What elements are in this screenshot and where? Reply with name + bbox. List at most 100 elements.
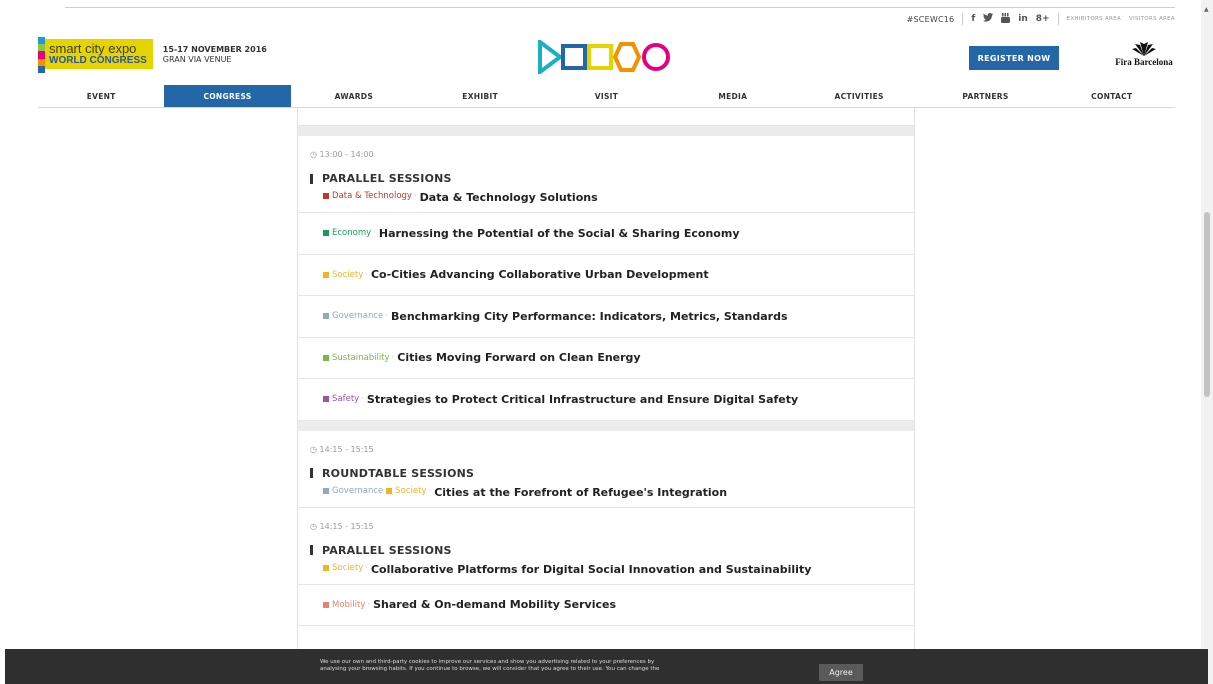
page-scrollbar[interactable]: ▲: [1201, 0, 1213, 684]
category-separator: ·: [361, 394, 364, 405]
facebook-icon[interactable]: f: [971, 14, 975, 24]
register-now-button[interactable]: REGISTER NOW: [969, 46, 1059, 70]
scrollbar-thumb[interactable]: [1204, 212, 1210, 397]
event-venue-text: GRAN VIA VENUE: [162, 55, 232, 64]
category-color-square: [323, 313, 329, 320]
category-name: Mobility: [332, 599, 366, 610]
session-type-label: PARALLEL SESSIONS: [322, 543, 452, 557]
session-row[interactable]: Safety · Strategies to Protect Critical In…: [298, 379, 914, 421]
session-type-label: PARALLEL SESSIONS: [322, 172, 452, 185]
brand-line1: smart city expo: [49, 41, 137, 56]
session-title-link[interactable]: Cities Moving Forward on Clean Energy: [397, 351, 640, 364]
category-color-square: [323, 230, 329, 237]
nav-item-partners[interactable]: PARTNERS: [922, 85, 1048, 107]
twitter-icon[interactable]: [983, 13, 994, 25]
scroll-up-icon[interactable]: ▲: [1204, 6, 1209, 13]
brand-color-bar: [38, 58, 45, 66]
exhibitors-area-link[interactable]: EXHIBITORS AREA: [1067, 16, 1121, 22]
session-type-heading: ROUNDTABLE SESSIONS: [298, 467, 914, 480]
session-title-link[interactable]: Collaborative Platforms for Digital Soci…: [371, 563, 811, 576]
session-title-link[interactable]: Cities at the Forefront of Refugee's Int…: [434, 486, 727, 499]
session-title-link[interactable]: Shared & On-demand Mobility Services: [373, 598, 616, 611]
brand-color-bar: [38, 51, 45, 59]
session-title-link[interactable]: Benchmarking City Performance: Indicator…: [391, 310, 788, 323]
linkedin-icon[interactable]: in: [1018, 14, 1028, 24]
category-color-square: [323, 564, 329, 571]
session-title-link[interactable]: Strategies to Protect Critical Infrastru…: [367, 393, 798, 406]
category-color-square: [323, 271, 329, 278]
brand-color-bar: [38, 37, 45, 45]
clock-icon: ◷: [310, 444, 320, 454]
scewc-emblem-logo: [538, 40, 670, 74]
session-row[interactable]: Sustainability · Cities Moving Forward on …: [298, 338, 914, 379]
session-time: ◷ 14:15 - 15:15: [298, 444, 914, 456]
fira-barcelona-label: Fira Barcelona: [1115, 57, 1173, 67]
category-separator: ·: [413, 191, 417, 201]
category-name: Economy: [332, 228, 372, 239]
category-tag: Society ·: [323, 563, 368, 573]
event-dates: 15-17 NOVEMBER 2016 GRAN VIA VENUE: [163, 45, 267, 65]
top-divider: [65, 7, 1175, 8]
session-row[interactable]: Data & Technology · Data & Technology Solu…: [298, 185, 914, 213]
session-time-value: 14:15 - 15:15: [319, 521, 374, 531]
category-tag: Data & Technology ·: [323, 191, 417, 201]
session-row[interactable]: Society · Collaborative Platforms for Digi…: [298, 557, 914, 585]
session-type-heading: PARALLEL SESSIONS: [298, 172, 914, 185]
session-row[interactable]: Governance Society · Cities at the Forefron…: [298, 480, 914, 508]
nav-item-visit[interactable]: VISIT: [543, 85, 669, 107]
session-row[interactable]: Economy · Harnessing the Potential of the …: [298, 213, 914, 255]
category-separator: ·: [365, 269, 368, 280]
category-color-square: [323, 396, 329, 403]
session-row[interactable]: Governance · Benchmarking City Performance…: [298, 296, 914, 338]
googleplus-icon[interactable]: 8+: [1036, 14, 1050, 24]
utility-separator: [962, 13, 964, 25]
nav-item-congress[interactable]: CONGRESS: [164, 85, 291, 107]
category-name: Society: [332, 269, 364, 280]
fira-barcelona-icon: [1132, 42, 1156, 56]
session-title-link[interactable]: Co-Cities Advancing Collaborative Urban …: [371, 268, 709, 281]
category-tag: Mobility ·: [323, 600, 370, 610]
nav-item-activities[interactable]: ACTIVITIES: [796, 85, 922, 107]
block-separator: [298, 420, 914, 431]
cookie-message-line2: analysing your browsing habits. If you c…: [320, 666, 660, 672]
category-separator: ·: [391, 352, 395, 363]
session-block: ◷ 14:15 - 15:15 PARALLEL SESSIONS Society ·…: [298, 508, 914, 626]
visitors-area-link[interactable]: VISITORS AREA: [1129, 16, 1175, 22]
nav-item-exhibit[interactable]: EXHIBIT: [417, 85, 543, 107]
session-blocks: ◷ 13:00 - 14:00 PARALLEL SESSIONS Data & T…: [298, 126, 914, 626]
category-name: Society: [332, 562, 364, 573]
brand-wordmark: smart city expo WORLD CONGRESS: [45, 39, 153, 69]
cookie-banner: We use our own and third-party cookies t…: [5, 649, 1208, 684]
category-separator: ·: [385, 311, 388, 322]
session-type-label: ROUNDTABLE SESSIONS: [322, 466, 475, 480]
session-title-link[interactable]: Data & Technology Solutions: [420, 191, 598, 204]
category-name: Society: [395, 485, 427, 496]
category-tag: Economy ·: [323, 228, 376, 238]
session-type-heading: PARALLEL SESSIONS: [298, 544, 914, 557]
fira-barcelona-logo[interactable]: Fira Barcelona: [1108, 42, 1180, 67]
nav-item-contact[interactable]: CONTACT: [1049, 85, 1175, 107]
category-tag: Governance: [323, 486, 383, 496]
category-tag: Sustainability ·: [323, 353, 394, 363]
utility-separator: [1057, 13, 1059, 25]
brand-color-bars: [38, 37, 45, 74]
category-separator: ·: [367, 599, 371, 610]
event-date-text: 15-17 NOVEMBER 2016: [162, 45, 267, 54]
session-row[interactable]: Society · Co-Cities Advancing Collaborativ…: [298, 255, 914, 296]
youtube-icon[interactable]: [1001, 12, 1011, 26]
category-color-square: [323, 193, 329, 199]
session-block: ◷ 14:15 - 15:15 ROUNDTABLE SESSIONS Govern…: [298, 431, 914, 508]
nav-item-media[interactable]: MEDIA: [670, 85, 796, 107]
brand-color-bar: [38, 44, 45, 52]
nav-item-awards[interactable]: AWARDS: [291, 85, 417, 107]
session-title-link[interactable]: Harnessing the Potential of the Social &…: [379, 227, 740, 240]
clock-icon: ◷: [310, 521, 320, 531]
session-row[interactable]: Mobility · Shared & On-demand Mobility Ser…: [298, 585, 914, 626]
cookie-agree-button[interactable]: Agree: [819, 664, 863, 681]
nav-item-event[interactable]: EVENT: [38, 85, 164, 107]
category-name: Governance: [332, 485, 384, 496]
brand-logo[interactable]: smart city expo WORLD CONGRESS 15-17 NOV…: [38, 37, 267, 74]
category-name: Sustainability: [332, 352, 390, 363]
previous-session-row: [298, 108, 914, 126]
category-tag: Safety ·: [323, 394, 364, 404]
